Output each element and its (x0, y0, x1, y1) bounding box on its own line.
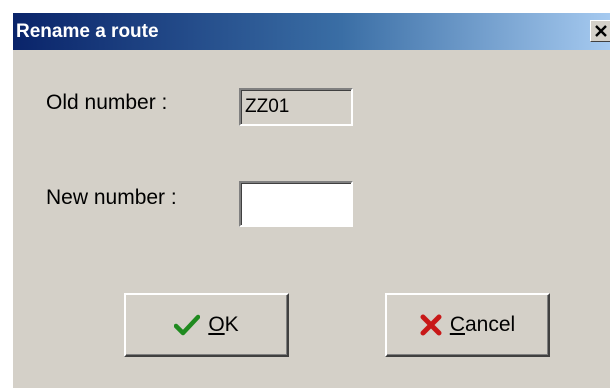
ok-button-label: OK (208, 313, 238, 337)
rename-route-dialog: Rename a route Old number : ZZ01 New num… (13, 13, 610, 388)
old-number-label: Old number : (46, 91, 168, 114)
new-number-label: New number : (46, 186, 177, 209)
title-bar[interactable]: Rename a route (13, 13, 610, 50)
cancel-label-rest: ancel (464, 313, 516, 336)
cancel-button[interactable]: Cancel (385, 293, 550, 357)
close-button[interactable] (590, 20, 610, 42)
ok-label-rest: K (224, 313, 239, 336)
new-number-input[interactable] (239, 181, 353, 227)
dialog-title: Rename a route (16, 21, 159, 42)
ok-button[interactable]: OK (124, 293, 289, 357)
old-number-field: ZZ01 (239, 88, 353, 126)
ok-mnemonic: O (208, 313, 225, 336)
cancel-button-label: Cancel (450, 313, 515, 337)
checkmark-icon (174, 314, 201, 336)
close-icon (595, 25, 607, 37)
x-icon (420, 314, 442, 336)
cancel-mnemonic: C (449, 313, 465, 336)
